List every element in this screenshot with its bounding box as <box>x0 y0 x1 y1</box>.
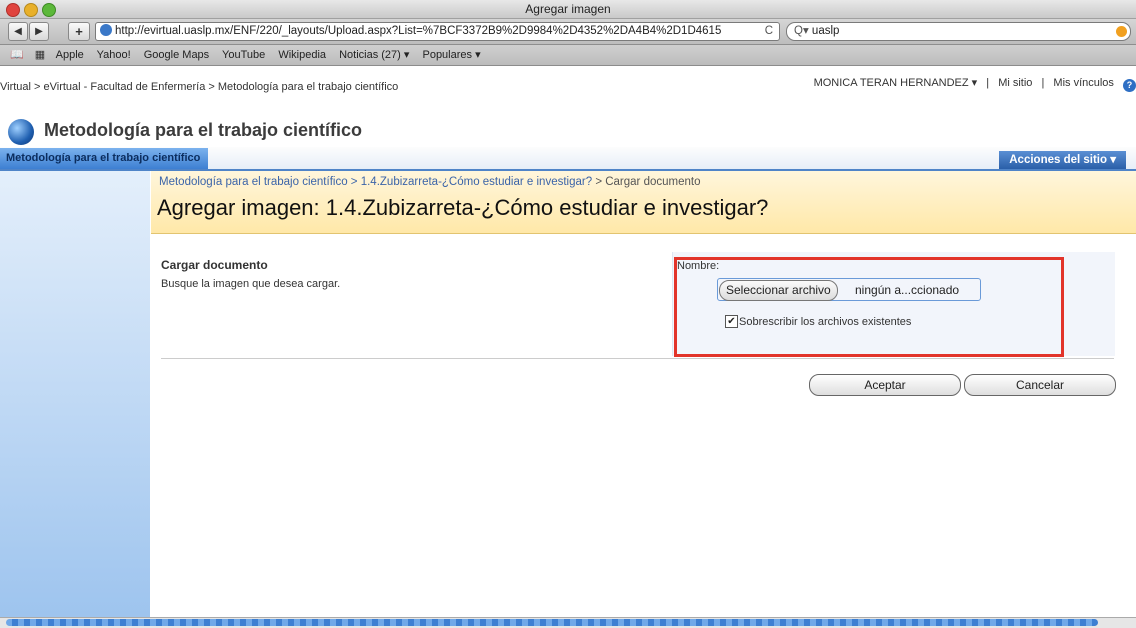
bookmark-google-maps[interactable]: Google Maps <box>144 49 209 61</box>
top-navigation: Metodología para el trabajo científico A… <box>0 147 1136 171</box>
upload-section-info: Cargar documento Busque la imagen que de… <box>161 258 340 290</box>
reload-icon[interactable]: C <box>765 23 773 40</box>
add-bookmark-button[interactable]: + <box>68 22 90 41</box>
bookmarks-bar: 📖 ▦ Apple Yahoo! Google Maps YouTube Wik… <box>0 45 1136 66</box>
my-links-menu[interactable]: Mis vínculos <box>1053 77 1114 89</box>
window-titlebar: Agregar imagen <box>0 0 1136 19</box>
window-title: Agregar imagen <box>525 2 611 16</box>
snapback-icon[interactable] <box>1116 26 1127 37</box>
bookmark-wikipedia[interactable]: Wikipedia <box>278 49 326 61</box>
scrollbar-thumb[interactable] <box>6 619 1098 626</box>
separator: | <box>986 77 990 89</box>
bookmarks-book-icon[interactable]: 📖 <box>10 49 24 61</box>
search-field[interactable]: Q▾ uaslp <box>786 22 1131 41</box>
bookmark-apple[interactable]: Apple <box>56 49 84 61</box>
cancel-button[interactable]: Cancelar <box>964 374 1116 396</box>
section-title: Cargar documento <box>161 258 268 272</box>
bookmark-youtube[interactable]: YouTube <box>222 49 265 61</box>
my-site-link[interactable]: Mi sitio <box>998 77 1032 89</box>
site-title[interactable]: Metodología para el trabajo científico <box>44 120 362 141</box>
site-actions-menu[interactable]: Acciones del sitio ▾ <box>999 151 1126 169</box>
page-title: Agregar imagen: 1.4.Zubizarreta-¿Cómo es… <box>157 195 769 220</box>
horizontal-scrollbar[interactable] <box>0 617 1136 628</box>
accept-button[interactable]: Aceptar <box>809 374 961 396</box>
left-navigation-panel <box>0 171 150 627</box>
page-header: Metodología para el trabajo científico >… <box>151 171 1136 234</box>
breadcrumb-separator: > <box>350 176 361 188</box>
search-icon: Q▾ <box>794 25 809 37</box>
user-menu[interactable]: MONICA TERAN HERNANDEZ ▾ <box>814 77 978 89</box>
separator: | <box>1041 77 1045 89</box>
address-bar[interactable]: http://evirtual.uaslp.mx/ENF/220/_layout… <box>95 22 780 41</box>
breadcrumb-separator: > <box>595 176 606 188</box>
bookmark-yahoo[interactable]: Yahoo! <box>97 49 131 61</box>
top-sites-grid-icon[interactable]: ▦ <box>35 49 45 61</box>
section-divider <box>161 358 1114 359</box>
section-description: Busque la imagen que desea cargar. <box>161 278 341 290</box>
forward-button[interactable]: ▶ <box>29 22 49 41</box>
page-breadcrumb: Metodología para el trabajo científico >… <box>159 176 700 188</box>
breadcrumb-link-site[interactable]: Metodología para el trabajo científico <box>159 176 348 188</box>
breadcrumb-current: Cargar documento <box>605 176 701 188</box>
user-bar: MONICA TERAN HERNANDEZ ▾ | Mi sitio | Mi… <box>808 76 1136 92</box>
browser-toolbar: ◀ ▶ + http://evirtual.uaslp.mx/ENF/220/_… <box>0 19 1136 45</box>
globe-icon <box>100 24 112 36</box>
bookmark-populares[interactable]: Populares ▾ <box>422 49 480 61</box>
global-breadcrumb[interactable]: Virtual > eVirtual - Facultad de Enferme… <box>0 81 398 93</box>
back-button[interactable]: ◀ <box>8 22 28 41</box>
highlight-annotation-box <box>674 257 1064 357</box>
help-icon[interactable]: ? <box>1123 79 1136 92</box>
breadcrumb-link-library[interactable]: 1.4.Zubizarreta-¿Cómo estudiar e investi… <box>361 176 592 188</box>
address-text: http://evirtual.uaslp.mx/ENF/220/_layout… <box>115 25 722 37</box>
search-text: uaslp <box>811 25 840 37</box>
bookmark-noticias[interactable]: Noticias (27) ▾ <box>339 49 409 61</box>
tab-site-home[interactable]: Metodología para el trabajo científico <box>0 148 209 169</box>
site-logo-icon <box>8 119 34 145</box>
